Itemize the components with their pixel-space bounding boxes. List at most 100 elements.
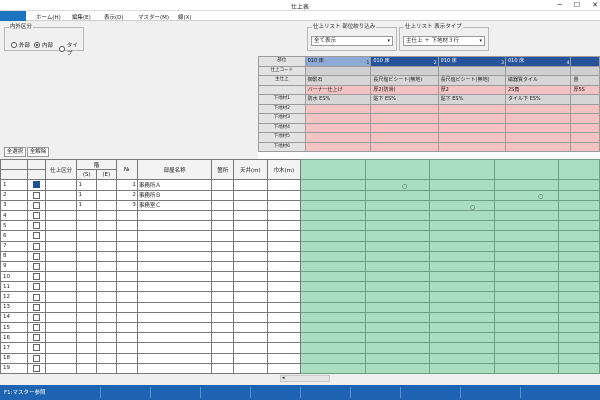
finish-cell[interactable] — [493, 352, 559, 364]
row-checkbox-cell[interactable] — [27, 332, 46, 344]
finish-cell[interactable] — [300, 362, 366, 374]
row-checkbox[interactable] — [32, 181, 40, 189]
floor-s-cell[interactable]: 1 — [76, 189, 98, 201]
row-checkbox-cell[interactable] — [27, 179, 46, 191]
finish-cell[interactable] — [428, 332, 495, 344]
location-cell[interactable] — [211, 250, 235, 262]
finish-cell[interactable] — [557, 311, 600, 324]
finish-col-part-4[interactable]: 010 床4 — [504, 56, 572, 67]
location-cell[interactable] — [211, 352, 235, 364]
location-cell[interactable] — [211, 271, 235, 283]
finish-cell[interactable] — [364, 321, 430, 334]
finish-cell[interactable] — [300, 199, 366, 211]
finish-cell[interactable] — [428, 189, 495, 201]
category-cell[interactable] — [44, 301, 78, 313]
row-checkbox[interactable] — [32, 262, 40, 270]
radio-type-dot[interactable] — [59, 46, 65, 52]
floor-s-cell[interactable] — [76, 311, 98, 324]
table-row[interactable]: 16 — [0, 332, 600, 344]
width-cell[interactable] — [266, 311, 302, 324]
header-finish-col[interactable] — [557, 159, 600, 181]
finish-cell[interactable] — [493, 281, 559, 293]
row-checkbox[interactable] — [32, 283, 40, 291]
header-floor-e[interactable]: (E) — [96, 169, 117, 181]
finish-cell[interactable] — [557, 271, 600, 283]
finish-main-cell[interactable]: 磁器質タイル — [504, 75, 572, 86]
row-checkbox[interactable] — [32, 273, 40, 281]
room-name-cell[interactable]: 事務室Ｃ — [136, 199, 213, 211]
finish-col-part-3[interactable]: 010 床3 — [437, 56, 506, 67]
category-cell[interactable] — [44, 271, 78, 283]
category-cell[interactable] — [44, 199, 78, 211]
finish-base4-cell[interactable] — [437, 122, 506, 133]
row-checkbox[interactable] — [32, 334, 40, 342]
location-cell[interactable] — [211, 321, 235, 334]
room-name-cell[interactable] — [136, 311, 213, 324]
finish-cell[interactable] — [364, 230, 430, 242]
header-floor[interactable]: 階 — [76, 159, 117, 171]
finish-base5-cell[interactable] — [370, 132, 439, 143]
finish-cell[interactable] — [493, 220, 559, 232]
floor-e-cell[interactable] — [96, 189, 117, 201]
location-cell[interactable] — [211, 291, 235, 303]
finish-cell[interactable] — [364, 332, 430, 344]
header-location[interactable]: 箇所 — [211, 159, 235, 181]
ceiling-cell[interactable] — [233, 209, 268, 222]
row-checkbox[interactable] — [32, 313, 40, 321]
no-cell[interactable] — [115, 230, 138, 242]
finish-cell[interactable] — [300, 301, 366, 313]
floor-e-cell[interactable] — [96, 179, 117, 191]
row-checkbox-cell[interactable] — [27, 230, 46, 242]
header-category[interactable]: 仕上区分 — [44, 159, 78, 181]
ceiling-cell[interactable] — [233, 199, 268, 211]
floor-e-cell[interactable] — [96, 342, 117, 354]
finish-cell[interactable] — [364, 362, 430, 374]
finish-cell[interactable] — [428, 321, 495, 334]
floor-s-cell[interactable] — [76, 291, 98, 303]
finish-cell[interactable] — [557, 352, 600, 364]
width-cell[interactable] — [266, 342, 302, 354]
row-checkbox-cell[interactable] — [27, 250, 46, 262]
scroll-left-icon[interactable]: ◂ — [282, 375, 285, 381]
finish-base3-cell[interactable] — [370, 113, 439, 124]
finish-spec-cell[interactable]: 厚2(防滑) — [370, 84, 439, 95]
finish-cell[interactable] — [300, 311, 366, 324]
no-cell[interactable] — [115, 321, 138, 334]
finish-cell[interactable] — [364, 260, 430, 273]
floor-e-cell[interactable] — [96, 260, 117, 273]
menu-edit[interactable]: 編集(E) — [72, 13, 91, 21]
width-cell[interactable] — [266, 301, 302, 313]
row-checkbox-cell[interactable] — [27, 240, 46, 252]
row-checkbox[interactable] — [32, 303, 40, 311]
finish-base5-cell[interactable] — [504, 132, 572, 143]
floor-s-cell[interactable] — [76, 240, 98, 252]
no-cell[interactable] — [115, 352, 138, 364]
finish-cell[interactable] — [493, 179, 559, 191]
finish-cell[interactable] — [557, 209, 600, 222]
finish-base2-cell[interactable] — [437, 103, 506, 114]
row-checkbox-cell[interactable] — [27, 189, 46, 201]
finish-cell[interactable] — [428, 230, 495, 242]
row-checkbox[interactable] — [32, 354, 40, 362]
finish-cell[interactable] — [493, 230, 559, 242]
finish-cell[interactable] — [428, 220, 495, 232]
row-checkbox[interactable] — [32, 324, 40, 332]
finish-cell[interactable] — [557, 220, 600, 232]
finish-base2-cell[interactable] — [370, 103, 439, 114]
ceiling-cell[interactable] — [233, 179, 268, 191]
width-cell[interactable] — [266, 291, 302, 303]
filter-select[interactable]: 全て表示 ▾ — [311, 36, 393, 46]
finish-cell[interactable] — [300, 291, 366, 303]
ceiling-cell[interactable] — [233, 189, 268, 201]
floor-s-cell[interactable]: 1 — [76, 199, 98, 211]
finish-cell[interactable] — [300, 321, 366, 334]
floor-s-cell[interactable] — [76, 342, 98, 354]
no-cell[interactable] — [115, 271, 138, 283]
floor-s-cell[interactable] — [76, 220, 98, 232]
category-cell[interactable] — [44, 311, 78, 324]
category-cell[interactable] — [44, 189, 78, 201]
floor-s-cell[interactable] — [76, 260, 98, 273]
table-row[interactable]: 12 — [0, 291, 600, 303]
category-cell[interactable] — [44, 260, 78, 273]
floor-e-cell[interactable] — [96, 281, 117, 293]
